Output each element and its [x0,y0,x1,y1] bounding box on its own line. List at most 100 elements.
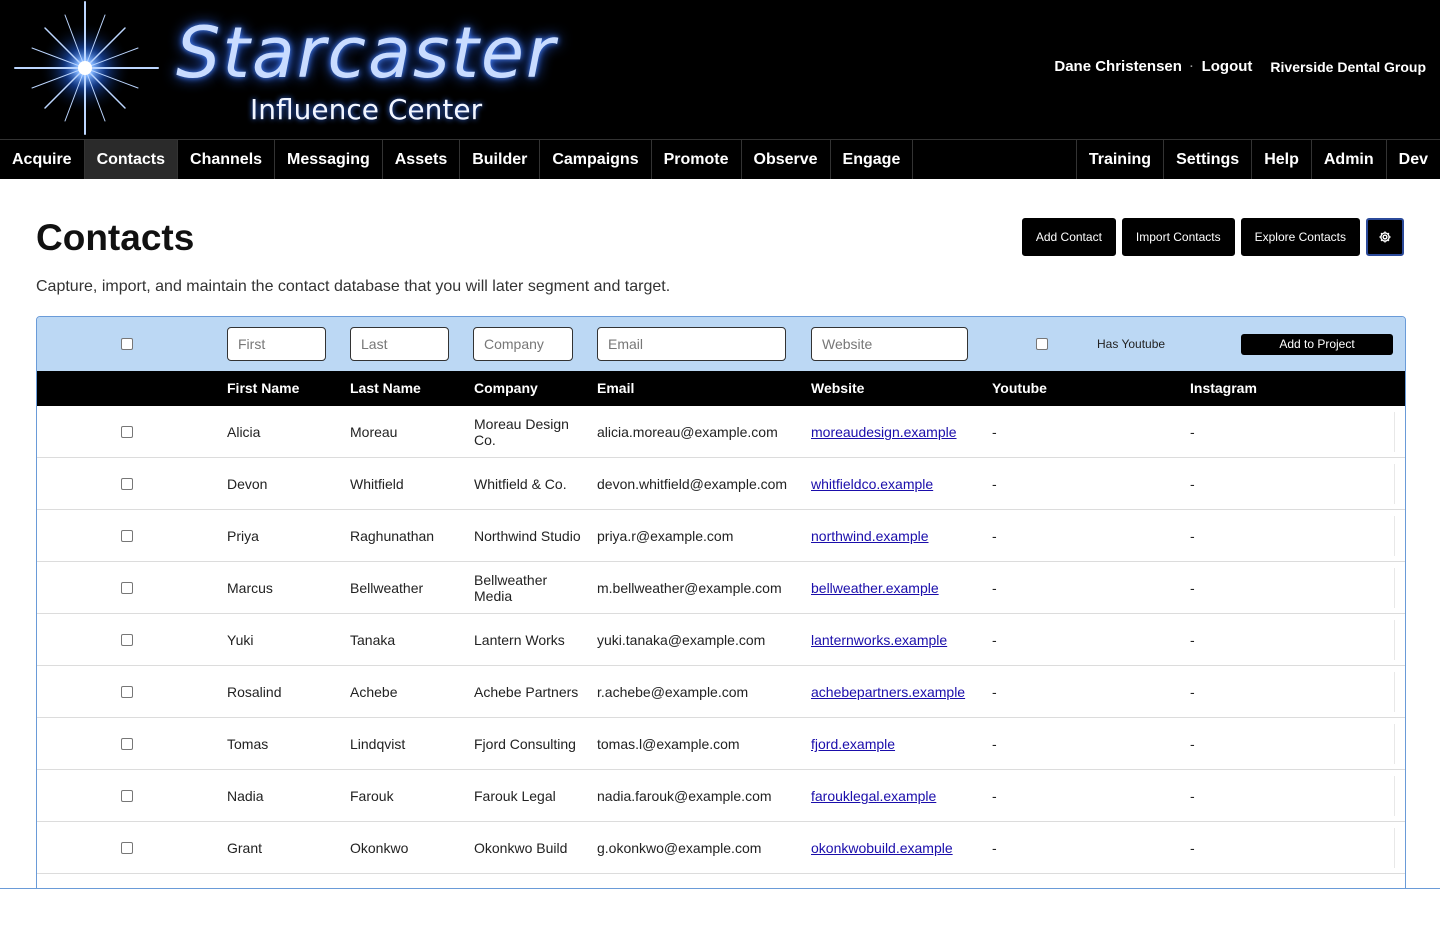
cell-email-text: yuki.tanaka@example.com [597,632,766,648]
cell-email-text: devon.whitfield@example.com [597,476,788,492]
cell-last-name-text: Whitfield [350,476,404,492]
cell-youtube: - [992,614,1052,666]
cell-last-name-text: Raghunathan [350,528,435,544]
nav-item-dev[interactable]: Dev [1387,140,1440,179]
last-filter-cell: Last [350,317,449,371]
cell-youtube: - [992,770,1052,822]
table-row: Marcus Bellweather Bellweather Media m.bell… [37,562,1405,614]
nav-item-messaging[interactable]: Messaging [275,140,383,179]
row-select-checkbox[interactable] [121,582,133,594]
cell-company-text: Fjord Consulting [474,736,576,752]
nav-item-promote[interactable]: Promote [652,140,742,179]
row-select-checkbox[interactable] [121,478,133,490]
page-description: Capture, import, and maintain the contac… [36,278,671,295]
cell-company-text: Northwind Studio [474,528,581,544]
cell-first-name-text: Yuki [227,632,254,648]
select-all-checkbox[interactable] [121,338,133,350]
nav-item-observe[interactable]: Observe [742,140,831,179]
page-title: Contacts [36,217,195,258]
company-filter-input[interactable]: Company [473,327,573,361]
cell-youtube: - [992,458,1052,510]
row-select-checkbox[interactable] [121,686,133,698]
cell-website: achebepartners.example [811,666,986,718]
website-link[interactable]: bellweather.example [811,580,939,596]
nav-item-acquire[interactable]: Acquire [0,140,85,179]
nav-item-contacts[interactable]: Contacts [84,140,179,179]
column-header-company[interactable]: Company [474,371,538,406]
cell-email-text: nadia.farouk@example.com [597,788,772,804]
app-logo-subtitle: Influence Center [250,93,483,126]
row-select-checkbox[interactable] [121,634,133,646]
cell-company-text: Moreau Design Co. [474,416,569,448]
column-header-last-name[interactable]: Last Name [350,371,421,406]
cell-instagram: - [1190,666,1250,718]
website-filter-input[interactable]: Website [811,327,968,361]
first-filter-input[interactable]: First [227,327,326,361]
nav-item-assets[interactable]: Assets [383,140,461,179]
email-filter-input[interactable]: Email [597,327,786,361]
nav-item-channels[interactable]: Channels [178,140,276,179]
cell-youtube: - [992,666,1052,718]
cell-first-name-text: Grant [227,840,263,856]
website-link[interactable]: lanternworks.example [811,632,947,648]
nav-item-training[interactable]: Training [1077,140,1165,179]
column-header-instagram[interactable]: Instagram [1190,371,1257,406]
org-name-link[interactable]: Riverside Dental Group [1270,59,1426,75]
user-name-link[interactable]: Dane Christensen [1054,58,1182,75]
nav-item-builder[interactable]: Builder [460,140,541,179]
cell-last-name-text: Farouk [350,788,394,804]
website-link[interactable]: fjord.example [811,736,895,752]
cell-company: Okonkwo Build [474,822,586,874]
cell-last-name: Whitfield [350,458,465,510]
website-link[interactable]: northwind.example [811,528,929,544]
column-header-website[interactable]: Website [811,371,864,406]
cell-last-name: Raghunathan [350,510,465,562]
nav-item-engage[interactable]: Engage [831,140,914,179]
cell-website: bellweather.example [811,562,986,614]
cell-instagram: - [1190,458,1250,510]
import-contacts-button[interactable]: Import Contacts [1121,218,1235,256]
column-header-first-name[interactable]: First Name [227,371,299,406]
cell-email-text: g.okonkwo@example.com [597,840,762,856]
row-select-checkbox[interactable] [121,842,133,854]
cell-instagram-text: - [1190,476,1195,492]
website-link[interactable]: okonkwobuild.example [811,840,953,856]
last-filter-input[interactable]: Last [350,327,449,361]
nav-item-admin[interactable]: Admin [1312,140,1387,179]
website-link[interactable]: farouklegal.example [811,788,936,804]
website-link[interactable]: moreaudesign.example [811,424,957,440]
cell-first-name: Rosalind [227,666,337,718]
cell-website: moreaudesign.example [811,406,986,458]
add-contact-button[interactable]: Add Contact [1021,218,1116,256]
nav-item-campaigns[interactable]: Campaigns [540,140,652,179]
table-row: Alicia Moreau Moreau Design Co. alicia.more… [37,406,1405,458]
cell-company-text: Okonkwo Build [474,840,568,856]
website-link[interactable]: whitfieldco.example [811,476,933,492]
row-select-checkbox[interactable] [121,738,133,750]
first-filter-cell: First [227,317,326,371]
table-row: Tomas Lindqvist Fjord Consulting tomas.l@ex… [37,718,1405,770]
settings-button[interactable] [1366,218,1404,256]
column-header-youtube[interactable]: Youtube [992,371,1047,406]
explore-contacts-button[interactable]: Explore Contacts [1240,218,1360,256]
nav-item-help[interactable]: Help [1252,140,1312,179]
add-to-project-button[interactable]: Add to Project [1241,333,1393,355]
nav-item-settings[interactable]: Settings [1164,140,1253,179]
contacts-table: First Last Company Email Website Has You… [36,316,1406,945]
website-filter-cell: Website [811,317,968,371]
cell-instagram-text: - [1190,424,1195,440]
row-select-checkbox[interactable] [121,530,133,542]
row-select-checkbox[interactable] [121,426,133,438]
cell-first-name-text: Marcus [227,580,273,596]
column-header-email[interactable]: Email [597,371,634,406]
user-area: Dane Christensen · Logout Riverside Dent… [1054,58,1426,75]
cell-instagram: - [1190,406,1250,458]
website-link[interactable]: achebepartners.example [811,684,965,700]
cell-youtube: - [992,406,1052,458]
has-youtube-checkbox[interactable] [1036,338,1048,350]
table-row: Grant Okonkwo Okonkwo Build g.okonkwo@examp… [37,822,1405,874]
row-select-checkbox[interactable] [121,790,133,802]
table-row: Devon Whitfield Whitfield & Co. devon.whitf… [37,458,1405,510]
logout-link[interactable]: Logout [1202,58,1253,75]
cell-select [121,770,133,822]
